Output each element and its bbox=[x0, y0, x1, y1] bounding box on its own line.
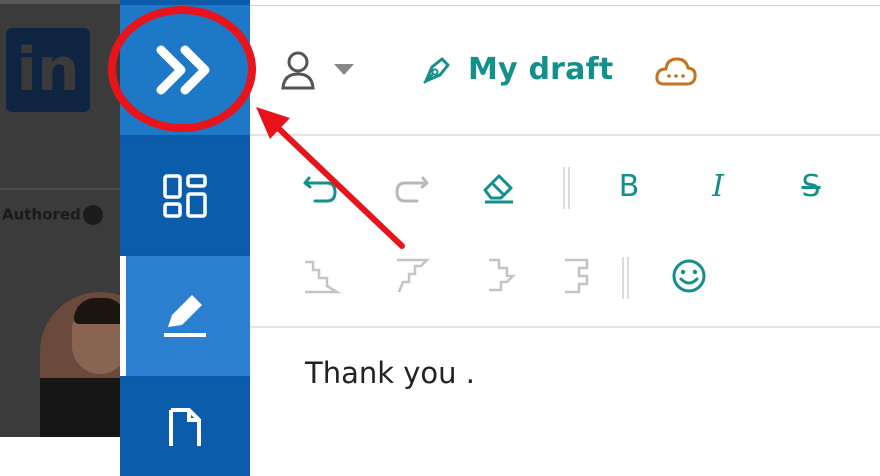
strikethrough-button[interactable]: S bbox=[787, 162, 835, 210]
emoji-icon bbox=[672, 259, 706, 293]
bold-button[interactable]: B bbox=[605, 162, 653, 210]
emoji-button[interactable] bbox=[665, 252, 713, 300]
strikethrough-label: S bbox=[801, 168, 821, 204]
user-icon bbox=[281, 51, 315, 90]
toolbar-separator bbox=[563, 167, 570, 209]
editor-button[interactable] bbox=[120, 256, 250, 376]
outdent-alt-icon bbox=[565, 258, 589, 294]
documents-button[interactable] bbox=[120, 378, 250, 476]
up-badge-icon bbox=[82, 205, 103, 225]
background-top-line bbox=[0, 0, 120, 4]
expand-panel-button[interactable] bbox=[120, 5, 250, 135]
indent-right-icon bbox=[397, 258, 431, 293]
outdent-button[interactable] bbox=[475, 252, 523, 300]
draft-title-area[interactable]: My draft bbox=[420, 52, 613, 87]
toolbar-divider bbox=[250, 326, 880, 328]
editor-panel: My draft B I S Thank you . bbox=[250, 0, 880, 437]
avatar-hair bbox=[74, 298, 120, 324]
background-page: in Authored bbox=[0, 0, 120, 437]
formatting-toolbar: B I S bbox=[250, 136, 880, 326]
dashboard-grid-icon bbox=[163, 174, 207, 218]
cloud-sync-icon bbox=[655, 57, 697, 86]
clear-format-button[interactable] bbox=[475, 162, 523, 210]
caret-down-icon bbox=[334, 64, 354, 75]
indent-left-button[interactable] bbox=[297, 252, 345, 300]
dashboard-button[interactable] bbox=[120, 138, 250, 254]
panel-header: My draft bbox=[250, 6, 880, 134]
bold-label: B bbox=[618, 168, 640, 204]
background-divider bbox=[0, 188, 120, 190]
indent-left-icon bbox=[305, 260, 341, 294]
avatar-shirt bbox=[40, 378, 120, 437]
undo-icon bbox=[303, 176, 337, 203]
indent-right-button[interactable] bbox=[387, 252, 435, 300]
editor-text[interactable]: Thank you . bbox=[305, 356, 475, 390]
document-icon bbox=[169, 408, 201, 446]
outdent-alt-button[interactable] bbox=[553, 252, 601, 300]
redo-icon bbox=[395, 176, 429, 203]
user-menu-button[interactable] bbox=[280, 50, 354, 90]
double-chevron-right-icon bbox=[156, 45, 210, 95]
italic-label: I bbox=[712, 168, 724, 204]
undo-button[interactable] bbox=[297, 162, 345, 210]
avatar bbox=[40, 292, 120, 437]
eraser-icon bbox=[483, 174, 513, 204]
cloud-sync-status[interactable] bbox=[654, 54, 698, 92]
pencil-icon bbox=[164, 295, 206, 337]
authored-label: Authored bbox=[2, 205, 103, 225]
pen-nib-icon bbox=[423, 57, 450, 84]
linkedin-logo: in bbox=[6, 28, 90, 112]
redo-button[interactable] bbox=[387, 162, 435, 210]
active-item-marker bbox=[120, 256, 126, 376]
draft-title: My draft bbox=[468, 52, 614, 87]
outdent-icon bbox=[489, 258, 517, 292]
italic-button[interactable]: I bbox=[694, 162, 742, 210]
toolbar-separator-2 bbox=[622, 257, 629, 299]
